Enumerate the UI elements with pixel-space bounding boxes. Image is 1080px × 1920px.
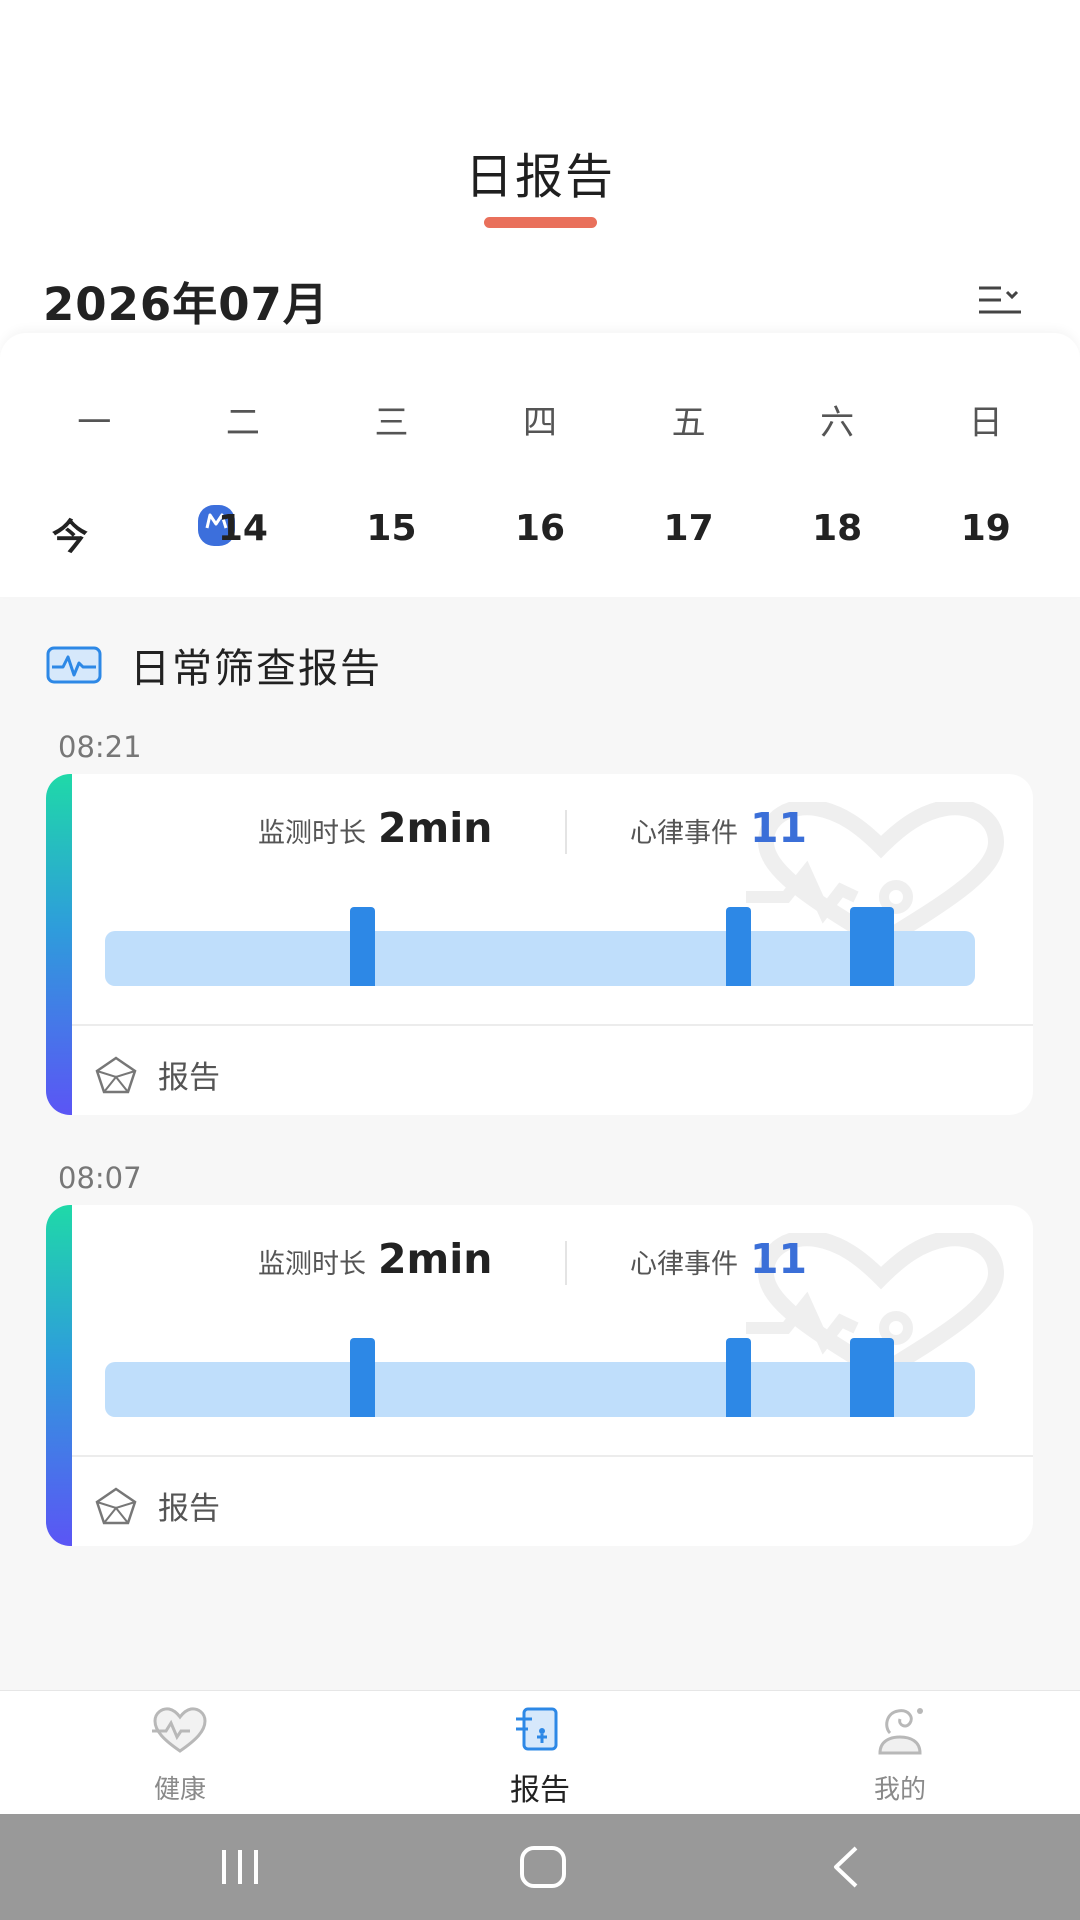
pentagon-chart-icon bbox=[95, 1486, 137, 1524]
duration-value: 2min bbox=[378, 804, 493, 852]
weekday-label: 一 bbox=[77, 403, 112, 443]
duration-value: 2min bbox=[378, 1235, 493, 1283]
duration-stat: 监测时长 2min bbox=[258, 804, 493, 852]
card-divider bbox=[72, 1024, 1033, 1026]
pentagon-chart-icon bbox=[95, 1055, 137, 1093]
home-icon[interactable] bbox=[518, 1844, 568, 1890]
bottom-nav: 健康 报告 我的 bbox=[0, 1690, 1080, 1814]
date-row: 今 14 15 16 17 18 19 bbox=[20, 505, 1060, 560]
back-icon[interactable] bbox=[828, 1844, 864, 1890]
events-label: 心律事件 bbox=[630, 818, 738, 849]
duration-label: 监测时长 bbox=[258, 1249, 366, 1280]
view-report-label: 报告 bbox=[158, 1491, 220, 1527]
event-marker bbox=[726, 907, 751, 986]
recent-apps-icon[interactable] bbox=[218, 1844, 264, 1890]
date-cell[interactable]: 15 bbox=[317, 508, 466, 560]
heart-icon bbox=[152, 1707, 207, 1753]
weekday-label: 四 bbox=[523, 403, 558, 443]
date-today-label: 今 bbox=[51, 517, 88, 558]
weekday-label: 二 bbox=[225, 403, 260, 443]
events-stat: 心律事件 11 bbox=[630, 804, 807, 852]
calendar-expand-icon[interactable] bbox=[975, 280, 1025, 320]
nav-item-profile[interactable]: 我的 bbox=[720, 1691, 1080, 1814]
report-card[interactable]: 监测时长 2min 心律事件 11 报告 bbox=[46, 1205, 1033, 1546]
section-header: 日常筛查报告 bbox=[46, 640, 382, 692]
weekday-label: 日 bbox=[968, 403, 1003, 443]
profile-icon bbox=[878, 1708, 923, 1755]
event-marker bbox=[726, 1338, 751, 1417]
view-report-link[interactable]: 报告 bbox=[94, 1483, 220, 1528]
event-marker bbox=[850, 1338, 894, 1417]
nav-label: 我的 bbox=[873, 1775, 926, 1805]
events-label: 心律事件 bbox=[630, 1249, 738, 1280]
page-title: 日报告 bbox=[464, 149, 615, 205]
card-accent-bar bbox=[46, 774, 72, 1115]
ecg-monitor-icon bbox=[46, 646, 102, 684]
duration-label: 监测时长 bbox=[258, 818, 366, 849]
timeline-track bbox=[105, 931, 975, 986]
nav-label: 健康 bbox=[153, 1775, 206, 1805]
weekday-label: 三 bbox=[374, 403, 409, 443]
date-today[interactable]: 今 bbox=[20, 505, 235, 560]
section-title: 日常筛查报告 bbox=[130, 646, 382, 692]
weekday-label: 六 bbox=[820, 403, 855, 443]
report-icon bbox=[516, 1707, 558, 1751]
date-cell[interactable]: 17 bbox=[614, 508, 763, 560]
events-value: 11 bbox=[750, 1235, 808, 1283]
date-cell[interactable]: 16 bbox=[466, 508, 615, 560]
nav-label: 报告 bbox=[510, 1773, 570, 1808]
report-time: 08:21 bbox=[58, 730, 142, 764]
event-marker bbox=[350, 1338, 375, 1417]
date-cell[interactable]: 19 bbox=[911, 508, 1060, 560]
view-report-label: 报告 bbox=[158, 1060, 220, 1096]
weekday-row: 一 二 三 四 五 六 日 bbox=[20, 395, 1060, 444]
date-cell[interactable]: 14 bbox=[169, 508, 318, 560]
stat-divider bbox=[565, 810, 567, 854]
date-cell[interactable]: 18 bbox=[763, 508, 912, 560]
title-underline bbox=[484, 217, 597, 228]
event-marker bbox=[350, 907, 375, 986]
view-report-link[interactable]: 报告 bbox=[94, 1052, 220, 1097]
card-accent-bar bbox=[46, 1205, 72, 1546]
stat-divider bbox=[565, 1241, 567, 1285]
nav-item-health[interactable]: 健康 bbox=[0, 1691, 360, 1814]
report-card[interactable]: 监测时长 2min 心律事件 11 报告 bbox=[46, 774, 1033, 1115]
nav-item-report[interactable]: 报告 bbox=[360, 1691, 720, 1814]
events-value: 11 bbox=[750, 804, 808, 852]
card-divider bbox=[72, 1455, 1033, 1457]
events-stat: 心律事件 11 bbox=[630, 1235, 807, 1283]
report-time: 08:07 bbox=[58, 1161, 142, 1195]
duration-stat: 监测时长 2min bbox=[258, 1235, 493, 1283]
timeline-track bbox=[105, 1362, 975, 1417]
month-label[interactable]: 2026年07月 bbox=[43, 268, 329, 333]
system-nav-bar bbox=[0, 1814, 1080, 1920]
weekday-label: 五 bbox=[671, 403, 706, 443]
event-marker bbox=[850, 907, 894, 986]
